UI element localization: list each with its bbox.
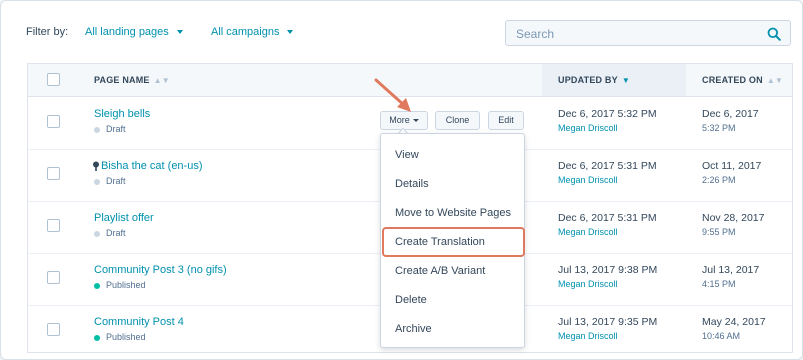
column-header-updated-by[interactable]: UPDATED BY ▼ — [542, 64, 686, 96]
status-dot — [94, 334, 100, 341]
row-checkbox[interactable] — [47, 219, 60, 232]
campaigns-filter-label: All campaigns — [211, 26, 280, 38]
row-checkbox[interactable] — [47, 323, 60, 336]
updated-user-link[interactable]: Megan Driscoll — [558, 175, 618, 185]
row-checkbox[interactable] — [47, 167, 60, 180]
landing-pages-filter-label: All landing pages — [85, 26, 169, 38]
sort-icon: ▲▼ — [153, 75, 170, 85]
updated-user-link[interactable]: Megan Driscoll — [558, 331, 618, 341]
cat-icon — [93, 161, 99, 172]
search-icon[interactable] — [767, 27, 781, 41]
more-button-label: More — [389, 115, 410, 125]
status-dot — [94, 126, 100, 133]
campaigns-filter-dropdown[interactable]: All campaigns — [211, 26, 294, 38]
status-dot — [94, 282, 100, 289]
search-box — [505, 20, 791, 46]
search-input[interactable] — [514, 25, 768, 43]
status-badge: Draft — [94, 124, 126, 134]
menu-item-delete[interactable]: Delete — [381, 286, 524, 314]
updated-user-link[interactable]: Megan Driscoll — [558, 279, 618, 289]
column-header-page-name[interactable]: PAGE NAME ▲▼ — [94, 64, 170, 96]
status-label: Published — [106, 332, 146, 342]
updated-user-link[interactable]: Megan Driscoll — [558, 123, 618, 133]
row-checkbox[interactable] — [47, 271, 60, 284]
filter-label: Filter by: — [26, 26, 69, 38]
select-all-checkbox[interactable] — [47, 73, 60, 86]
created-time: 5:32 PM — [702, 123, 736, 133]
status-badge: Published — [94, 332, 146, 342]
created-time: 9:55 PM — [702, 227, 736, 237]
page-name-label: Bisha the cat (en-us) — [101, 160, 203, 172]
status-label: Published — [106, 280, 146, 290]
menu-item-move-to-website-pages[interactable]: Move to Website Pages — [381, 199, 524, 227]
edit-button[interactable]: Edit — [488, 111, 524, 130]
updated-date: Dec 6, 2017 5:31 PM — [558, 212, 657, 224]
created-date: May 24, 2017 — [702, 316, 766, 328]
created-time: 4:15 PM — [702, 279, 736, 289]
created-date: Dec 6, 2017 — [702, 108, 759, 120]
updated-user-link[interactable]: Megan Driscoll — [558, 227, 618, 237]
status-dot — [94, 230, 100, 237]
status-badge: Draft — [94, 176, 126, 186]
menu-item-details[interactable]: Details — [381, 170, 524, 198]
landing-pages-filter-dropdown[interactable]: All landing pages — [85, 26, 183, 38]
updated-date: Jul 13, 2017 9:38 PM — [558, 264, 658, 276]
column-header-created-on[interactable]: CREATED ON ▲▼ — [702, 64, 783, 96]
column-label: PAGE NAME — [94, 75, 150, 85]
updated-date: Dec 6, 2017 5:31 PM — [558, 160, 657, 172]
created-date: Jul 13, 2017 — [702, 264, 760, 276]
created-time: 2:26 PM — [702, 175, 736, 185]
sort-icon: ▲▼ — [766, 75, 784, 85]
column-label: CREATED ON — [702, 75, 763, 85]
updated-date: Jul 13, 2017 9:35 PM — [558, 316, 658, 328]
landing-pages-panel: Filter by: All landing pages All campaig… — [0, 0, 803, 360]
more-actions-menu: View Details Move to Website Pages Creat… — [380, 133, 525, 348]
updated-date: Dec 6, 2017 5:32 PM — [558, 108, 657, 120]
menu-item-create-ab-variant[interactable]: Create A/B Variant — [381, 257, 524, 285]
page-name-link[interactable]: Sleigh bells — [94, 108, 150, 120]
page-name-link[interactable]: Community Post 3 (no gifs) — [94, 264, 227, 276]
status-badge: Draft — [94, 228, 126, 238]
menu-item-view[interactable]: View — [381, 141, 524, 169]
sort-descending-icon: ▼ — [621, 75, 630, 85]
chevron-down-icon — [176, 30, 183, 35]
created-date: Oct 11, 2017 — [702, 160, 762, 172]
status-badge: Published — [94, 280, 146, 290]
chevron-down-icon — [287, 30, 294, 35]
row-checkbox[interactable] — [47, 115, 60, 128]
created-date: Nov 28, 2017 — [702, 212, 765, 224]
page-name-link[interactable]: Community Post 4 — [94, 316, 184, 328]
menu-item-create-translation[interactable]: Create Translation — [381, 228, 524, 256]
clone-button[interactable]: Clone — [435, 111, 480, 130]
menu-item-archive[interactable]: Archive — [381, 315, 524, 343]
created-time: 10:46 AM — [702, 331, 741, 341]
annotation-arrow-icon — [374, 78, 411, 112]
chevron-down-icon — [412, 119, 419, 123]
status-label: Draft — [106, 176, 126, 186]
status-dot — [94, 178, 100, 185]
status-label: Draft — [106, 124, 126, 134]
page-name-link[interactable]: Bisha the cat (en-us) — [92, 160, 203, 172]
page-name-link[interactable]: Playlist offer — [94, 212, 154, 224]
status-label: Draft — [106, 228, 126, 238]
column-label: UPDATED BY — [558, 75, 618, 85]
